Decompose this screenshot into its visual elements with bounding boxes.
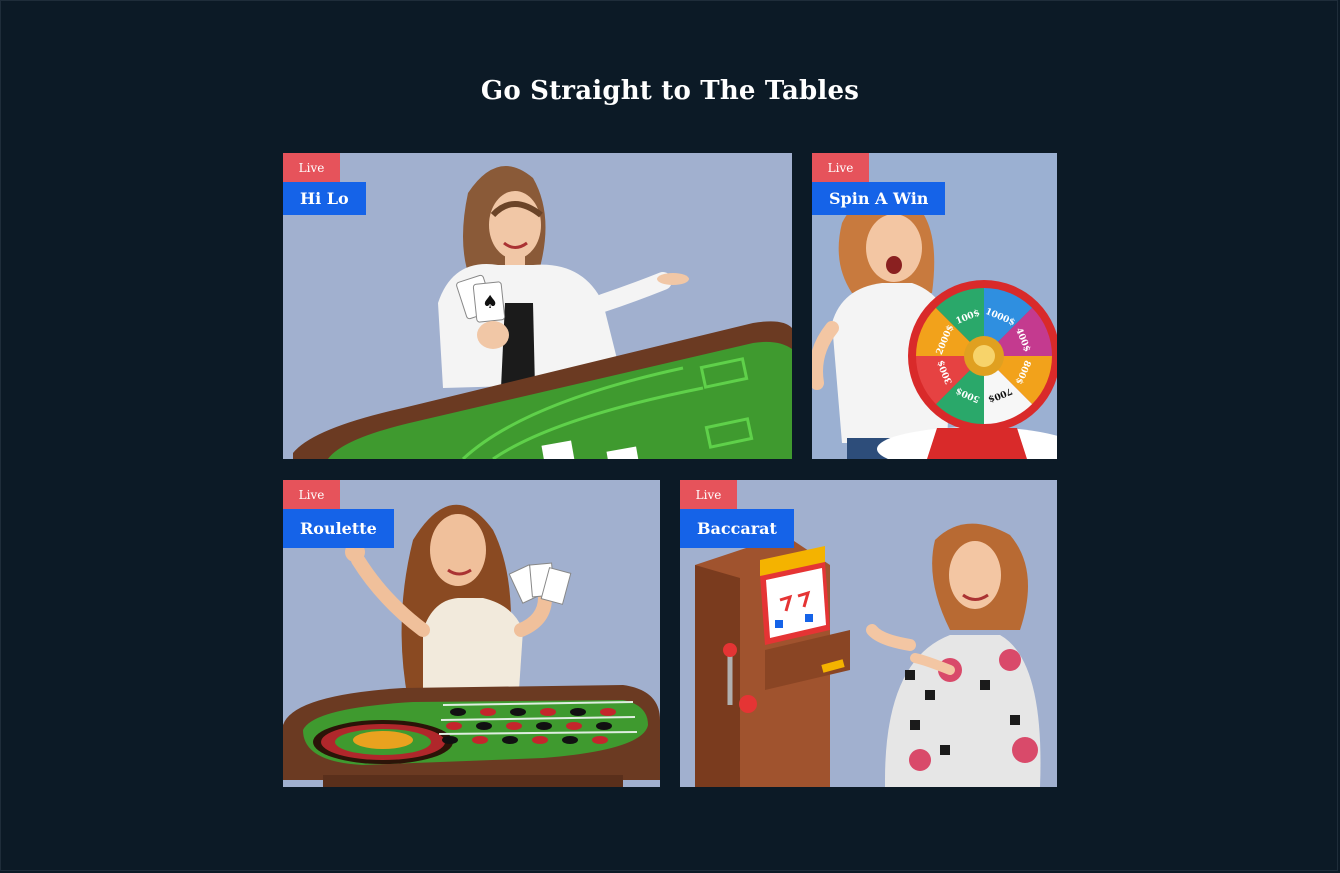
roulette-table — [283, 685, 660, 787]
roulette-bet-spot — [472, 736, 488, 744]
roulette-bet-spot — [540, 708, 556, 716]
game-card-spin-a-win[interactable]: 1000$ 400$ 800$ 700$ 500$ 300$ 2000$ 100$ Live … — [812, 153, 1057, 459]
roulette-bet-spot — [502, 736, 518, 744]
game-title: Hi Lo — [283, 182, 366, 215]
roulette-bet-spot — [562, 736, 578, 744]
game-card-baccarat[interactable]: Live Baccarat — [680, 480, 1057, 787]
roulette-bet-spot — [592, 736, 608, 744]
live-badge: Live — [283, 153, 340, 182]
roulette-bet-spot — [570, 708, 586, 716]
live-badge: Live — [680, 480, 737, 509]
host-figure — [866, 523, 1041, 787]
roulette-bet-spot — [596, 722, 612, 730]
roulette-bet-spot — [532, 736, 548, 744]
roulette-bet-spot — [536, 722, 552, 730]
roulette-bet-spot — [476, 722, 492, 730]
slot-machine — [695, 535, 850, 787]
game-title: Roulette — [283, 509, 394, 548]
live-badge: Live — [812, 153, 869, 182]
live-badge: Live — [283, 480, 340, 509]
roulette-bet-spot — [600, 708, 616, 716]
game-card-hi-lo[interactable]: ♠ Live Hi Lo — [283, 153, 792, 459]
roulette-bet-spot — [442, 736, 458, 744]
roulette-bet-spot — [566, 722, 582, 730]
roulette-bet-spot — [510, 708, 526, 716]
game-title: Baccarat — [680, 509, 794, 548]
roulette-bet-spot — [450, 708, 466, 716]
roulette-bet-spot — [506, 722, 522, 730]
roulette-bet-spot — [446, 722, 462, 730]
game-title: Spin A Win — [812, 182, 946, 215]
section-title: Go Straight to The Tables — [480, 76, 860, 106]
game-card-roulette[interactable]: Live Roulette — [283, 480, 660, 787]
svg-text:♠: ♠ — [482, 292, 498, 313]
roulette-bet-spot — [480, 708, 496, 716]
